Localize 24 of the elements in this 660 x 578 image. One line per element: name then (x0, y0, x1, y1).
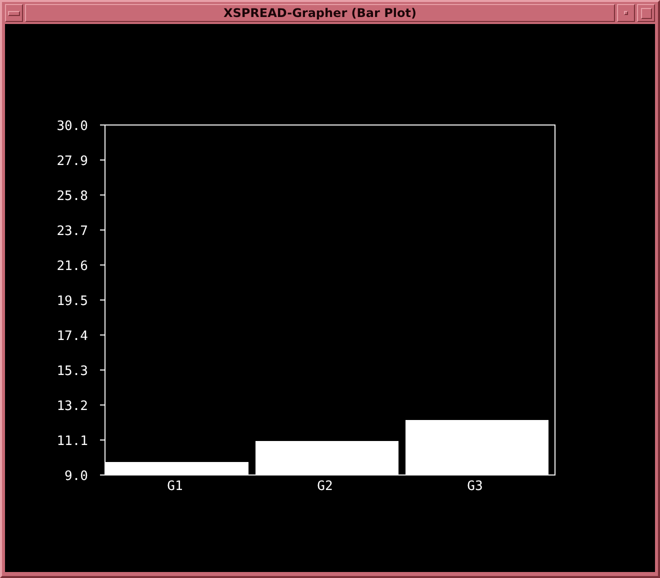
y-tick-label: 23.7 (56, 224, 88, 239)
minimize-button[interactable] (617, 4, 635, 22)
y-tick-label: 30.0 (56, 119, 88, 134)
maximize-button[interactable] (637, 4, 655, 22)
y-tick-label: 11.1 (56, 434, 88, 449)
x-tick-label: G2 (317, 479, 333, 494)
y-tick (100, 474, 106, 476)
y-tick-label: 9.0 (64, 469, 88, 484)
y-tick-label: 13.2 (56, 399, 88, 414)
window-menu-button[interactable] (5, 4, 23, 22)
y-tick-label: 25.8 (56, 189, 88, 204)
y-tick (100, 194, 106, 196)
window-title: XSPREAD-Grapher (Bar Plot) (25, 4, 615, 22)
y-tick (100, 334, 106, 336)
y-tick-label: 17.4 (56, 329, 88, 344)
y-tick-label: 27.9 (56, 154, 88, 169)
y-tick-label: 15.3 (56, 364, 88, 379)
y-tick-label: 21.6 (56, 259, 88, 274)
x-tick-label: G3 (467, 479, 483, 494)
y-tick (100, 264, 106, 266)
y-tick-label: 19.5 (56, 294, 88, 309)
y-tick (100, 404, 106, 406)
x-tick-label: G1 (167, 479, 183, 494)
y-tick (100, 124, 106, 126)
